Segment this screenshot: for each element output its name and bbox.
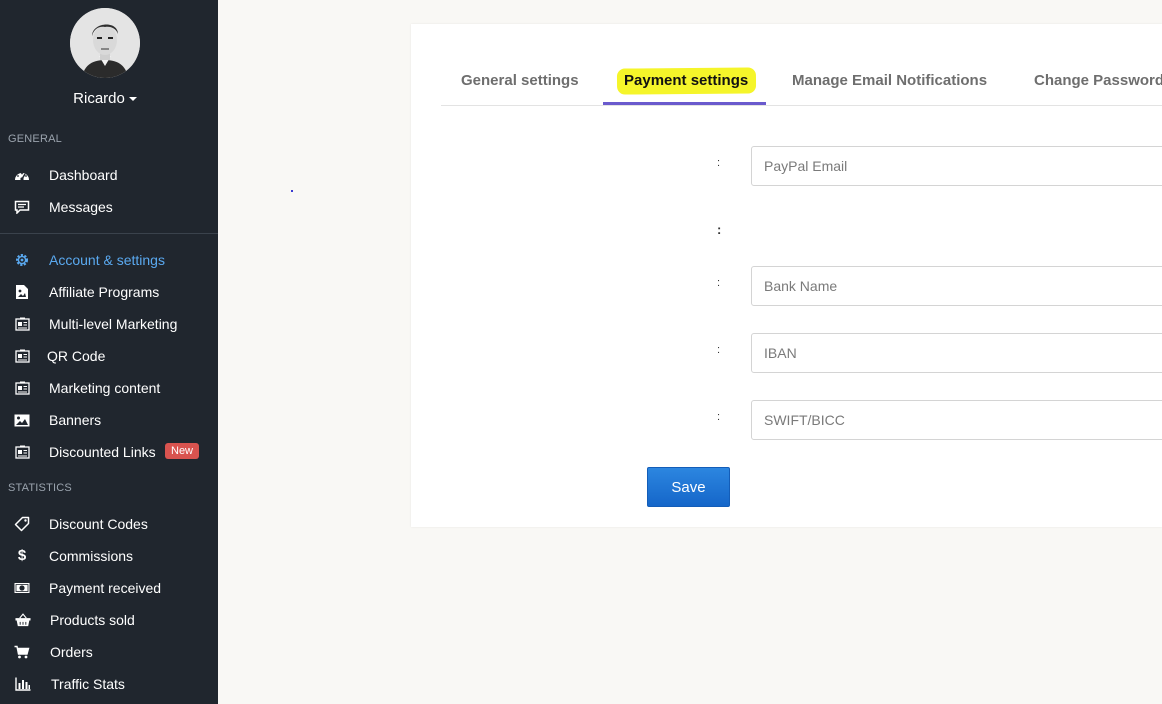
tab-general-settings[interactable]: General settings <box>461 72 579 89</box>
sidebar-item-marketing-content[interactable]: Marketing content <box>0 374 218 402</box>
section-statistics-label: STATISTICS <box>8 482 72 494</box>
sidebar: Ricardo GENERAL Dashboard Messages Accou… <box>0 0 218 704</box>
sidebar-item-affiliate-programs[interactable]: Affiliate Programs <box>0 278 218 306</box>
sidebar-item-label: Messages <box>49 199 113 215</box>
image-icon <box>14 412 30 428</box>
sidebar-item-label: Affiliate Programs <box>49 284 160 300</box>
sidebar-item-label: Discount Codes <box>49 516 148 532</box>
sidebar-item-label: Traffic Stats <box>51 676 125 692</box>
sidebar-item-label: Discounted Links <box>49 444 156 460</box>
tab-payment-settings[interactable]: Payment settings <box>624 72 748 89</box>
iban-input[interactable] <box>751 333 1162 373</box>
sidebar-item-payment-received[interactable]: Payment received <box>0 574 218 602</box>
tab-manage-email-notifications[interactable]: Manage Email Notifications <box>792 72 987 89</box>
settings-tabs: General settings Payment settings Manage… <box>441 24 1162 106</box>
sidebar-item-commissions[interactable]: $ Commissions <box>0 542 218 570</box>
field-label-colon: : <box>717 157 721 169</box>
sidebar-item-label: Account & settings <box>49 252 165 268</box>
caret-down-icon <box>128 97 137 102</box>
new-badge: New <box>165 443 200 459</box>
sidebar-item-label: QR Code <box>47 348 106 364</box>
sidebar-item-messages[interactable]: Messages <box>0 193 218 221</box>
basket-icon <box>15 612 31 628</box>
avatar[interactable] <box>70 8 140 78</box>
tag-icon <box>14 516 30 532</box>
field-label-colon: : <box>717 277 721 289</box>
sidebar-item-banners[interactable]: Banners <box>0 406 218 434</box>
settings-card: General settings Payment settings Manage… <box>411 24 1162 527</box>
dashboard-icon <box>14 167 30 183</box>
stray-dot <box>291 190 293 192</box>
profile: Ricardo <box>0 0 210 120</box>
field-label-colon: : <box>717 411 721 423</box>
sidebar-item-dashboard[interactable]: Dashboard <box>0 161 218 189</box>
app-root: Ricardo GENERAL Dashboard Messages Accou… <box>0 0 1162 704</box>
sidebar-item-label: Commissions <box>49 548 134 564</box>
avatar-illustration <box>70 8 140 78</box>
save-button[interactable]: Save <box>647 467 730 507</box>
sidebar-item-qr-code[interactable]: QR Code <box>0 342 218 370</box>
id-card-icon <box>14 348 30 364</box>
username: Ricardo <box>73 90 125 107</box>
sidebar-item-label: Orders <box>50 644 93 660</box>
sidebar-item-orders[interactable]: Orders <box>0 638 218 666</box>
field-label-colon: : <box>717 222 722 237</box>
dollar-icon: $ <box>14 548 30 564</box>
cart-icon <box>14 644 30 660</box>
sidebar-item-label: Marketing content <box>49 380 161 396</box>
sidebar-item-discount-codes[interactable]: Discount Codes <box>0 510 218 538</box>
sidebar-item-multi-level-marketing[interactable]: Multi-level Marketing <box>0 310 218 338</box>
id-card-icon <box>14 316 30 332</box>
sidebar-item-label: Multi-level Marketing <box>49 316 178 332</box>
user-menu[interactable]: Ricardo <box>0 90 210 107</box>
document-image-icon <box>14 284 30 300</box>
sidebar-item-discounted-links[interactable]: Discounted Links New <box>0 438 218 466</box>
section-general-label: GENERAL <box>8 133 62 145</box>
swift-bicc-input[interactable] <box>751 400 1162 440</box>
tab-change-password[interactable]: Change Password <box>1034 72 1162 89</box>
messages-icon <box>14 199 30 215</box>
dollar-glyph: $ <box>17 547 27 564</box>
sidebar-item-label: Products sold <box>50 612 135 628</box>
field-label-colon: : <box>717 344 721 356</box>
paypal-email-input[interactable] <box>751 146 1162 186</box>
active-tab-indicator <box>603 102 766 105</box>
sidebar-item-products-sold[interactable]: Products sold <box>0 606 218 634</box>
bar-chart-icon <box>15 676 31 692</box>
sidebar-item-account-settings[interactable]: Account & settings <box>0 246 218 274</box>
sidebar-item-label: Payment received <box>49 580 162 596</box>
sidebar-item-label: Dashboard <box>49 167 118 183</box>
id-card-icon <box>14 444 30 460</box>
sidebar-item-traffic-stats[interactable]: Traffic Stats <box>0 670 218 698</box>
sidebar-divider <box>0 233 218 234</box>
money-icon <box>14 580 30 596</box>
sidebar-item-label: Banners <box>49 412 102 428</box>
gear-icon <box>14 252 30 268</box>
bank-name-input[interactable] <box>751 266 1162 306</box>
id-card-icon <box>14 380 30 396</box>
